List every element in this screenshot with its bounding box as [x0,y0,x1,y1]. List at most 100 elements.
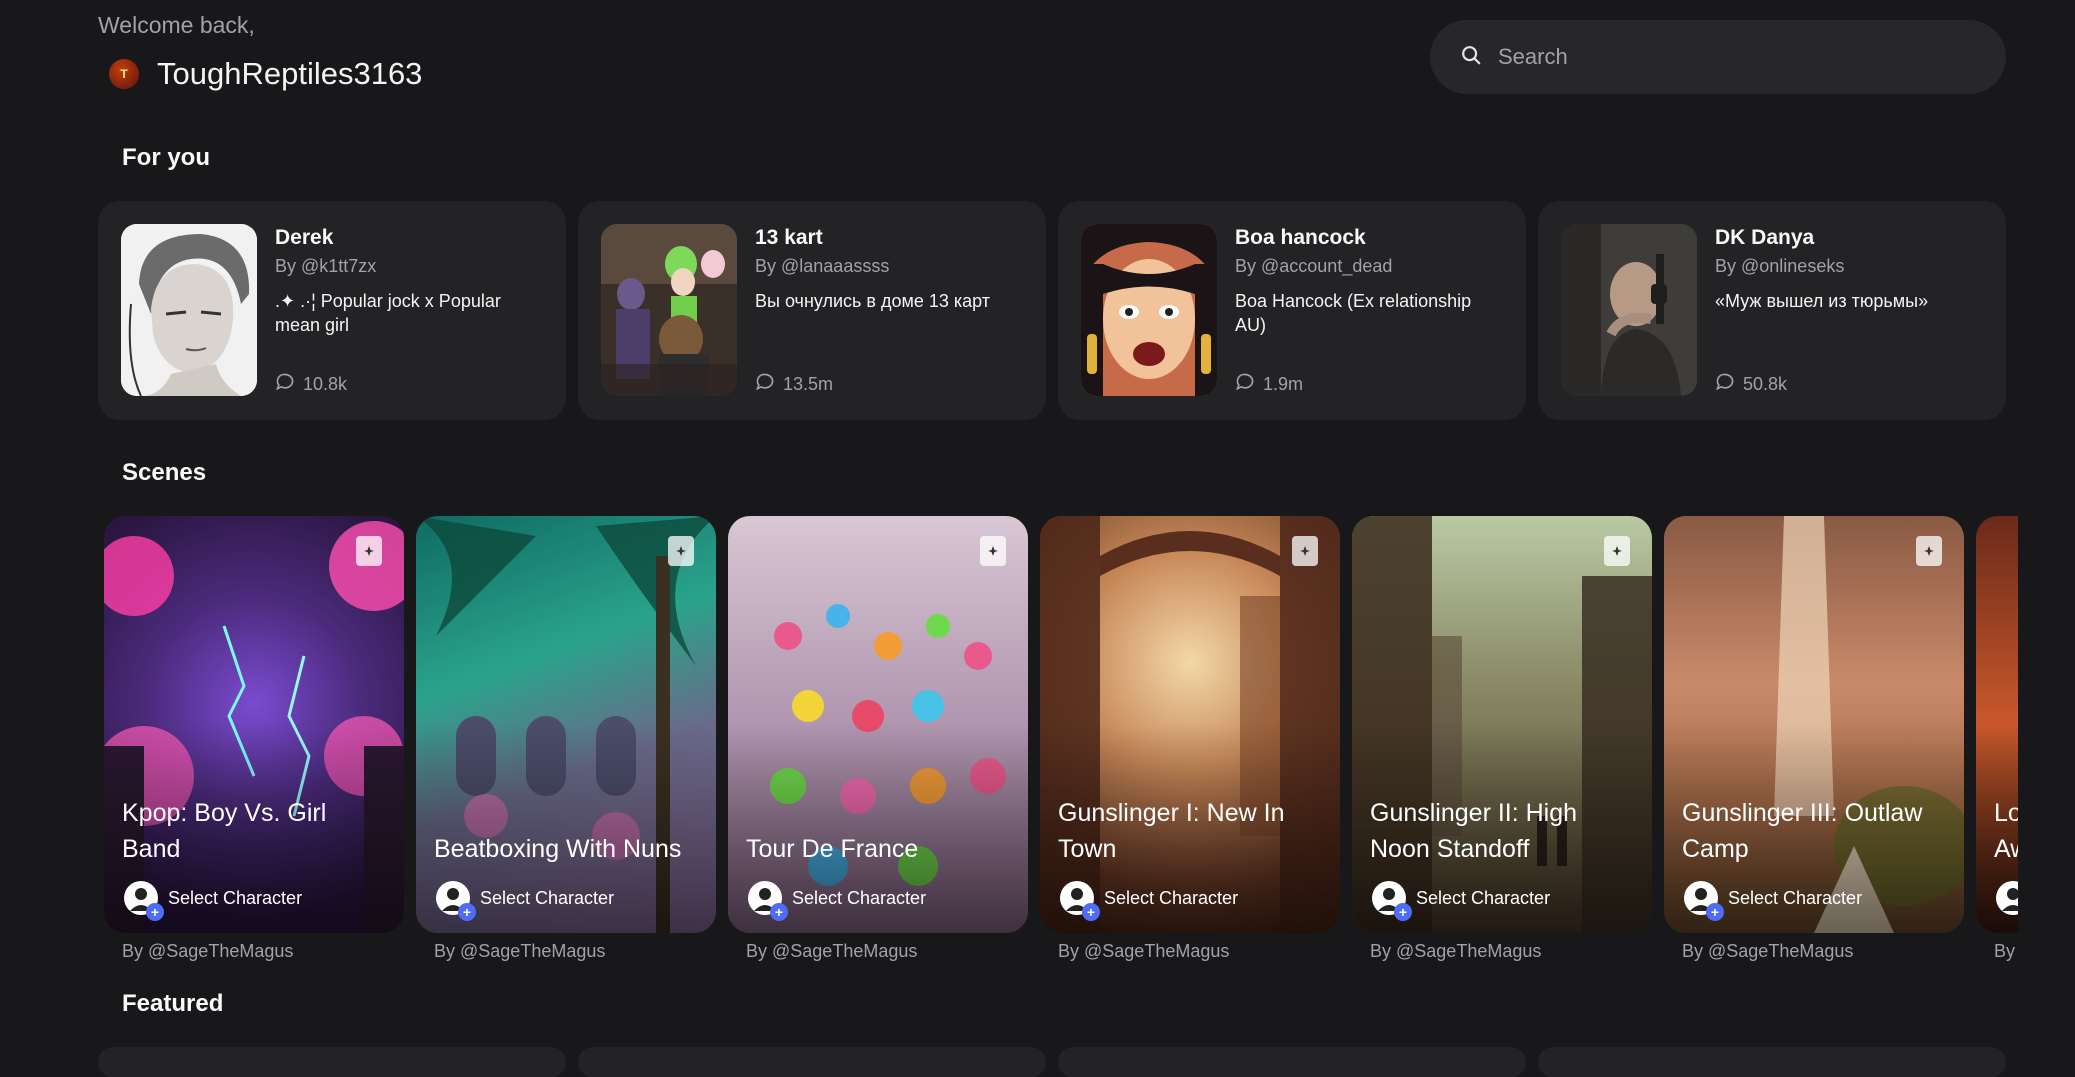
select-character-button[interactable] [1996,881,2018,915]
scene-badge-icon [1604,536,1630,566]
featured-card[interactable] [1058,1047,1526,1077]
scene-author[interactable]: By @SageTheMagus [434,941,716,962]
scene-image[interactable]: Tour De France + Select Character [728,516,1028,933]
user-add-icon: + [1684,881,1724,921]
scene-image[interactable]: Beatboxing With Nuns + Select Character [416,516,716,933]
character-name: Derek [275,226,334,249]
scene-title: Gunslinger III: Outlaw Camp [1682,799,1923,863]
for-you-list: Derek By @k1tt7zx .✦ .·¦ Popular jock x … [98,201,2006,420]
chat-count-value: 1.9m [1263,374,1304,394]
scenes-heading: Scenes [122,459,207,486]
scene-image[interactable]: Gunslinger II: High Noon Standoff + Sele… [1352,516,1652,933]
for-you-heading: For you [122,144,210,171]
user-info: T ToughReptiles3163 [109,56,422,92]
scene-image[interactable]: Gunslinger III: Outlaw Camp + Select Cha… [1664,516,1964,933]
character-name: 13 kart [755,226,823,249]
scene-card[interactable]: Gunslinger II: High Noon Standoff + Sele… [1352,516,1652,962]
scenes-carousel: Kpop: Boy Vs. Girl Band + Select Charact… [104,516,2018,976]
select-character-button[interactable]: + Select Character [1684,881,1863,921]
scene-card[interactable]: Kpop: Boy Vs. Girl Band + Select Charact… [104,516,404,962]
select-character-button[interactable]: + Select Character [1060,881,1239,921]
scene-title: Kpop: Boy Vs. Girl Band [122,799,327,863]
featured-card[interactable] [98,1047,566,1077]
chat-count-value: 10.8k [303,374,348,394]
scene-badge-icon [1292,536,1318,566]
character-avatar [121,224,257,396]
select-character-label: Select Character [792,887,927,908]
user-add-icon: + [748,881,788,921]
select-character-label: Select Character [168,887,303,908]
scene-author[interactable]: By @SageTheMagus [122,941,404,962]
scene-badge-icon [1916,536,1942,566]
scene-card[interactable]: Gunslinger III: Outlaw Camp + Select Cha… [1664,516,1964,962]
select-character-label: Select Character [480,887,615,908]
chat-bubble-icon [755,372,775,397]
scene-card[interactable]: Tour De France + Select Character By @Sa… [728,516,1028,962]
character-author[interactable]: By @onlineseks [1715,256,1986,277]
select-character-label: Select Character [1104,887,1239,908]
character-description: Boa Hancock (Ex relationship AU) [1235,291,1472,335]
search-input[interactable]: Search [1498,44,1568,70]
chat-count: 1.9m [1235,372,1506,397]
select-character-label: Select Character [1416,887,1551,908]
character-avatar [1081,224,1217,396]
scene-image[interactable]: Gunslinger I: New In Town + Select Chara… [1040,516,1340,933]
featured-card[interactable] [578,1047,1046,1077]
chat-count: 13.5m [755,372,1026,397]
scene-title: Beatboxing With Nuns [434,835,682,863]
scene-title: Gunslinger II: High Noon Standoff [1370,799,1578,863]
character-card[interactable]: 13 kart By @lanaaassss Вы очнулись в дом… [578,201,1046,420]
scene-badge-icon [668,536,694,566]
character-description: Вы очнулись в доме 13 карт [755,291,991,311]
scene-title: Lo Aw [1994,799,2018,863]
character-name: Boa hancock [1235,226,1366,249]
character-name: DK Danya [1715,226,1815,249]
scene-author[interactable]: By @SageTheMagus [1682,941,1964,962]
user-add-icon: + [1372,881,1412,921]
character-author[interactable]: By @k1tt7zx [275,256,546,277]
scene-title: Gunslinger I: New In Town [1058,799,1285,863]
scene-title: Tour De France [746,835,919,863]
scene-badge-icon [980,536,1006,566]
user-add-icon [1996,881,2018,915]
user-add-icon: + [1060,881,1100,921]
featured-card[interactable] [1538,1047,2006,1077]
chat-bubble-icon [1235,372,1255,397]
scene-image[interactable]: Lo Aw [1976,516,2018,933]
select-character-button[interactable]: + Select Character [124,881,303,921]
scene-card[interactable]: Beatboxing With Nuns + Select Character … [416,516,716,962]
select-character-button[interactable]: + Select Character [1372,881,1551,921]
character-author[interactable]: By @lanaaassss [755,256,1026,277]
character-description: «Муж вышел из тюрьмы» [1715,291,1929,311]
search-icon [1460,44,1482,71]
featured-list [98,1047,2006,1077]
select-character-label: Select Character [1728,887,1863,908]
chat-bubble-icon [275,372,295,397]
scene-author[interactable]: By @SageTheMagus [1370,941,1652,962]
character-card[interactable]: Boa hancock By @account_dead Boa Hancock… [1058,201,1526,420]
welcome-text: Welcome back, [98,12,255,38]
scene-image[interactable]: Kpop: Boy Vs. Girl Band + Select Charact… [104,516,404,933]
user-add-icon: + [436,881,476,921]
username: ToughReptiles3163 [157,56,423,91]
scene-author[interactable]: By @SageTheMagus [1058,941,1340,962]
select-character-button[interactable]: + Select Character [436,881,615,921]
avatar[interactable]: T [109,59,139,89]
character-description: .✦ .·¦ Popular jock x Popular mean girl [275,291,501,335]
chat-count-value: 50.8k [1743,374,1788,394]
character-author[interactable]: By @account_dead [1235,256,1506,277]
scene-badge-icon [356,536,382,566]
chat-count: 10.8k [275,372,546,397]
character-card[interactable]: Derek By @k1tt7zx .✦ .·¦ Popular jock x … [98,201,566,420]
character-card[interactable]: DK Danya By @onlineseks «Муж вышел из тю… [1538,201,2006,420]
user-add-icon: + [124,881,164,921]
chat-bubble-icon [1715,372,1735,397]
chat-count: 50.8k [1715,372,1986,397]
scene-card[interactable]: Lo Aw By [1976,516,2018,962]
scene-author[interactable]: By [1994,941,2018,962]
scene-author[interactable]: By @SageTheMagus [746,941,1028,962]
scene-card[interactable]: Gunslinger I: New In Town + Select Chara… [1040,516,1340,962]
search-bar[interactable]: Search [1430,20,2006,94]
select-character-button[interactable]: + Select Character [748,881,927,921]
character-avatar [1561,224,1697,396]
